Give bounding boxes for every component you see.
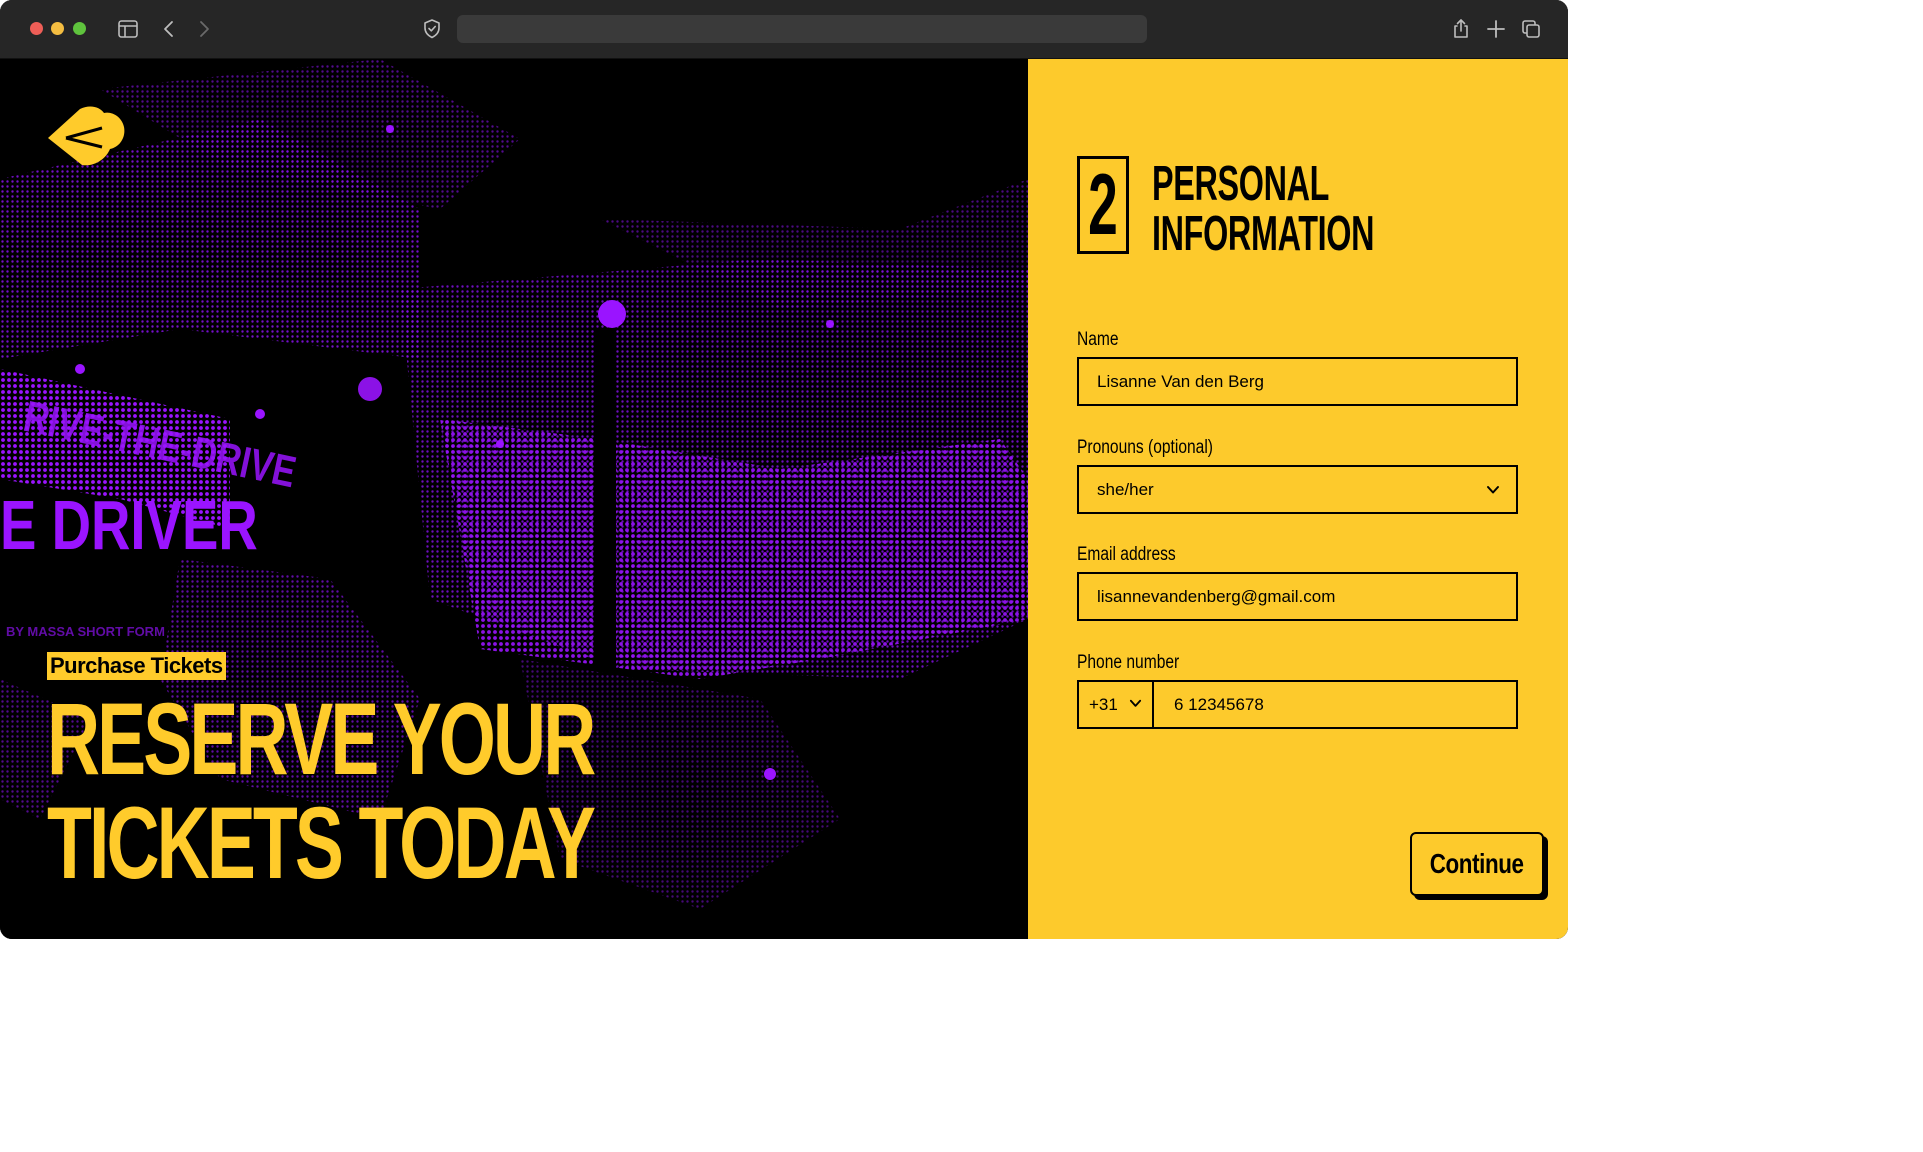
phone-number-input[interactable] <box>1154 682 1516 727</box>
back-arrow-icon[interactable] <box>157 17 181 41</box>
phone-field: +31 <box>1077 680 1518 729</box>
country-code-select[interactable]: +31 <box>1079 682 1154 727</box>
new-tab-icon[interactable] <box>1484 17 1508 41</box>
svg-text:E DRIVER: E DRIVER <box>0 487 258 565</box>
step-number: 2 <box>1088 157 1118 253</box>
section-title-line-2: INFORMATION <box>1152 207 1375 261</box>
hero-title: RESERVE YOUR TICKETS TODAY <box>47 682 596 900</box>
brand-arrow-logo[interactable] <box>46 105 126 176</box>
hero-section: E DRIVER RIVE-THE-DRIVE BY MASSA SHORT F… <box>0 59 1028 939</box>
address-bar[interactable] <box>457 15 1147 43</box>
browser-window: E DRIVER RIVE-THE-DRIVE BY MASSA SHORT F… <box>0 0 1568 939</box>
name-label: Name <box>1077 329 1119 350</box>
name-input[interactable] <box>1079 359 1516 404</box>
phone-label: Phone number <box>1077 652 1180 673</box>
pronouns-selected-value: she/her <box>1097 479 1154 499</box>
minimize-window-button[interactable] <box>51 22 64 35</box>
forward-arrow-icon[interactable] <box>192 17 216 41</box>
browser-toolbar <box>0 0 1568 59</box>
pronouns-select[interactable]: she/her <box>1077 465 1518 514</box>
hero-title-line-2: TICKETS TODAY <box>47 786 596 900</box>
close-window-button[interactable] <box>30 22 43 35</box>
zoom-window-button[interactable] <box>73 22 86 35</box>
chevron-down-icon <box>1129 699 1142 707</box>
shield-icon[interactable] <box>420 17 444 41</box>
svg-text:BY MASSA SHORT FORM: BY MASSA SHORT FORM <box>6 624 165 639</box>
continue-button[interactable]: Continue <box>1410 832 1544 896</box>
share-icon[interactable] <box>1449 17 1473 41</box>
continue-button-label: Continue <box>1430 848 1524 879</box>
tab-overview-icon[interactable] <box>1519 17 1543 41</box>
step-number-badge: 2 <box>1077 156 1129 254</box>
chevron-down-icon <box>1487 486 1499 494</box>
personal-info-form: 2 PERSONAL INFORMATION Name Pronouns (op… <box>1028 59 1568 939</box>
sidebar-icon[interactable] <box>116 17 140 41</box>
section-title-line-1: PERSONAL <box>1152 157 1330 211</box>
hero-title-line-1: RESERVE YOUR <box>47 682 596 796</box>
email-field[interactable] <box>1077 572 1518 621</box>
phone-number-field[interactable] <box>1154 682 1516 727</box>
section-title: PERSONAL INFORMATION <box>1152 159 1374 259</box>
name-field[interactable] <box>1077 357 1518 406</box>
pronouns-label: Pronouns (optional) <box>1077 437 1213 458</box>
email-label: Email address <box>1077 544 1176 565</box>
email-input[interactable] <box>1079 574 1516 619</box>
purchase-tickets-tag: Purchase Tickets <box>47 652 226 680</box>
